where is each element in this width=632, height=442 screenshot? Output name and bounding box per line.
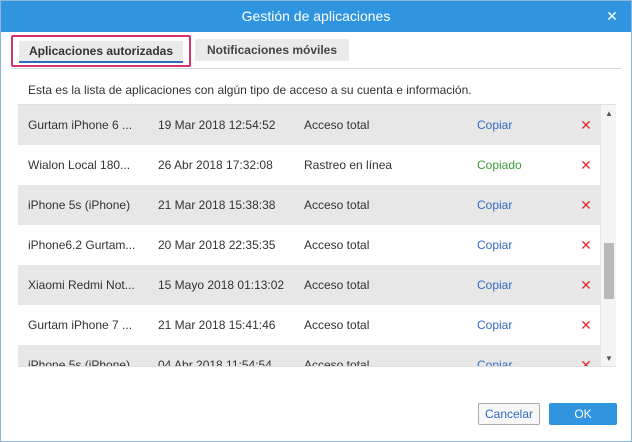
app-name: iPhone6.2 Gurtam... [28,238,136,252]
apps-rows: Gurtam iPhone 6 ... 19 Mar 2018 12:54:52 A… [18,105,600,367]
app-access: Rastreo en línea [304,158,393,172]
table-row: Wialon Local 180... 26 Abr 2018 17:32:08 R… [18,145,600,185]
copy-link[interactable]: Copiar [477,105,547,145]
tab-authorized-apps-label: Aplicaciones autorizadas [19,41,183,63]
copy-link[interactable]: Copiar [477,225,547,265]
app-name: Gurtam iPhone 6 ... [28,118,133,132]
intro-text: Esta es la lista de aplicaciones con alg… [28,83,472,97]
cancel-button[interactable]: Cancelar [478,403,540,425]
app-name: Gurtam iPhone 7 ... [28,318,133,332]
app-name: iPhone 5s (iPhone) [28,358,131,367]
copied-status: Copiado [477,158,522,172]
delete-icon[interactable]: ✕ [579,345,593,366]
authorized-apps-list: Gurtam iPhone 6 ... 19 Mar 2018 12:54:52 A… [18,104,616,367]
tab-authorized-apps[interactable]: Aplicaciones autorizadas [11,35,191,67]
delete-icon[interactable]: ✕ [579,105,593,145]
table-row: iPhone 5s (iPhone) 04 Abr 2018 11:54:54 Ac… [18,345,600,367]
app-management-dialog: Gestión de aplicaciones ✕ Aplicaciones a… [0,0,632,442]
delete-icon[interactable]: ✕ [579,265,593,305]
delete-icon[interactable]: ✕ [579,145,593,185]
app-date: 21 Mar 2018 15:38:38 [158,198,276,212]
copy-link[interactable]: Copiar [477,305,547,345]
app-access: Acceso total [304,318,370,332]
app-access: Acceso total [304,198,370,212]
delete-icon[interactable]: ✕ [579,225,593,265]
copy-link[interactable]: Copiar [477,185,547,225]
scroll-down-icon[interactable]: ▼ [601,352,616,366]
close-icon[interactable]: ✕ [605,9,619,23]
table-row: Gurtam iPhone 7 ... 21 Mar 2018 15:41:46 A… [18,305,600,345]
app-name: Wialon Local 180... [28,158,131,172]
scroll-up-icon[interactable]: ▲ [601,107,616,121]
delete-icon[interactable]: ✕ [579,185,593,225]
app-date: 26 Abr 2018 17:32:08 [158,158,273,172]
copy-link[interactable]: Copiar [477,345,547,366]
scroll-thumb[interactable] [604,243,614,299]
app-date: 15 Mayo 2018 01:13:02 [158,278,285,292]
tab-divider [11,68,621,69]
app-access: Acceso total [304,238,370,252]
ok-button[interactable]: OK [549,403,617,425]
app-name: Xiaomi Redmi Not... [28,278,135,292]
app-date: 04 Abr 2018 11:54:54 [158,358,272,367]
list-scrollbar[interactable]: ▲ ▼ [600,105,616,366]
table-row: iPhone6.2 Gurtam... 20 Mar 2018 22:35:35 A… [18,225,600,265]
app-access: Acceso total [304,358,370,367]
app-date: 20 Mar 2018 22:35:35 [158,238,276,252]
table-row: Xiaomi Redmi Not... 15 Mayo 2018 01:13:02… [18,265,600,305]
table-row: iPhone 5s (iPhone) 21 Mar 2018 15:38:38 Ac… [18,185,600,225]
table-row: Gurtam iPhone 6 ... 19 Mar 2018 12:54:52 A… [18,105,600,145]
app-access: Acceso total [304,118,370,132]
app-date: 21 Mar 2018 15:41:46 [158,318,276,332]
tab-mobile-notifications[interactable]: Notificaciones móviles [195,39,349,61]
title-bar: Gestión de aplicaciones ✕ [1,1,631,32]
copy-link[interactable]: Copiar [477,265,547,305]
app-name: iPhone 5s (iPhone) [28,198,131,212]
app-access: Acceso total [304,278,370,292]
delete-icon[interactable]: ✕ [579,305,593,345]
app-date: 19 Mar 2018 12:54:52 [158,118,276,132]
dialog-title: Gestión de aplicaciones [241,8,391,24]
